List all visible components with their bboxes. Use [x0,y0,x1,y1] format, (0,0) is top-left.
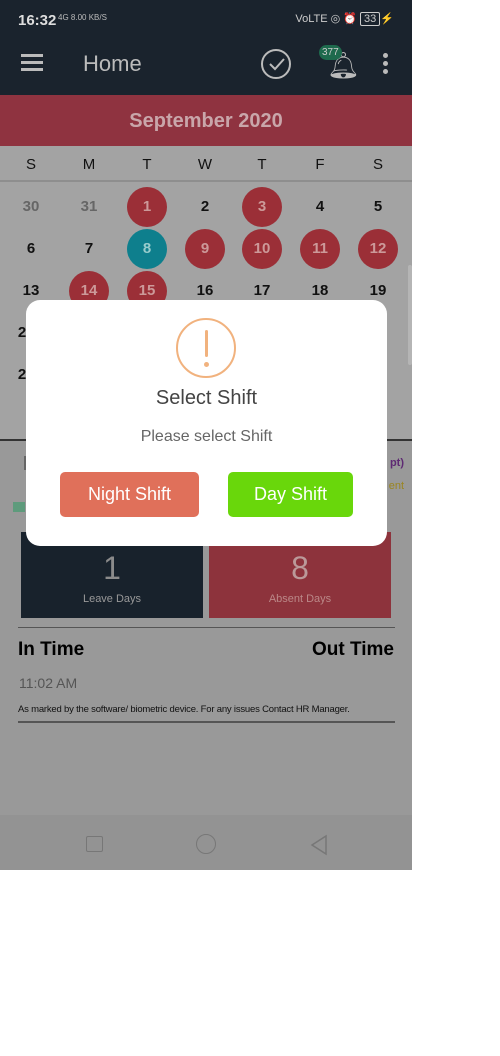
status-network: 4G 8.00 KB/S [58,13,107,22]
in-time-value: 11:02 AM [19,675,78,691]
calendar-day[interactable]: 3 [242,187,282,227]
calendar-day[interactable]: 12 [358,229,398,269]
weekday-header: S [25,156,36,173]
leave-count: 1 [103,550,121,586]
legend-label: ent [388,480,404,492]
recents-icon[interactable] [86,836,103,852]
absent-count: 8 [291,550,309,586]
menu-icon[interactable] [21,54,43,71]
scrollbar[interactable] [408,265,412,365]
calendar-day[interactable]: 8 [127,229,167,269]
absent-label: Absent Days [268,593,332,605]
calendar-day[interactable]: 10 [242,229,282,269]
calendar-day[interactable]: 4 [300,187,340,227]
calendar-day[interactable]: 31 [69,187,109,227]
dialog-message: Please select Shift [140,428,273,445]
calendar-day[interactable]: 1 [127,187,167,227]
legend-marker [13,502,25,512]
calendar-day[interactable]: 30 [11,187,51,227]
out-time-label: Out Time [312,639,394,660]
divider [18,721,395,723]
check-circle-icon[interactable] [261,49,291,79]
notification-badge: 377 [319,45,342,60]
warning-icon [176,318,236,378]
back-icon[interactable] [309,834,329,856]
weekday-header: W [197,156,213,173]
divider [18,627,395,628]
in-time-label: In Time [18,639,85,660]
calendar-day[interactable]: 7 [69,229,109,269]
app-bar: 16:32 4G 8.00 KB/S VoLTE ◎ ⏰ 33 ⚡ Home 🔔︎… [0,0,412,95]
phone-screen: 16:32 4G 8.00 KB/S VoLTE ◎ ⏰ 33 ⚡ Home 🔔︎… [0,0,412,870]
weekday-header: T [142,156,152,173]
calendar-day[interactable]: 5 [358,187,398,227]
select-shift-dialog: Select Shift Please select Shift Night S… [26,300,387,546]
battery-indicator: VoLTE ◎ ⏰ 33 ⚡ [295,12,394,26]
weekday-header: S [372,156,383,173]
calendar-day[interactable]: 6 [11,229,51,269]
weekday-header: F [315,156,325,173]
legend-label: pt) [389,457,404,469]
leave-label: Leave Days [82,593,142,605]
page-title: Home [83,51,142,76]
battery-level: 33 [360,12,381,26]
calendar-day[interactable]: 2 [185,187,225,227]
status-time: 16:32 [18,12,57,29]
attendance-note: As marked by the software/ biometric dev… [18,704,350,715]
calendar-day[interactable]: 9 [185,229,225,269]
home-icon[interactable] [196,834,216,854]
night-shift-button[interactable]: Night Shift [60,472,199,517]
weekday-header: M [82,156,96,173]
day-shift-button[interactable]: Day Shift [228,472,353,517]
dialog-title: Select Shift [155,387,258,409]
calendar-month-title: September 2020 [0,95,412,146]
calendar-day[interactable]: 11 [300,229,340,269]
more-vert-icon[interactable] [383,53,389,77]
weekday-header: T [257,156,267,173]
